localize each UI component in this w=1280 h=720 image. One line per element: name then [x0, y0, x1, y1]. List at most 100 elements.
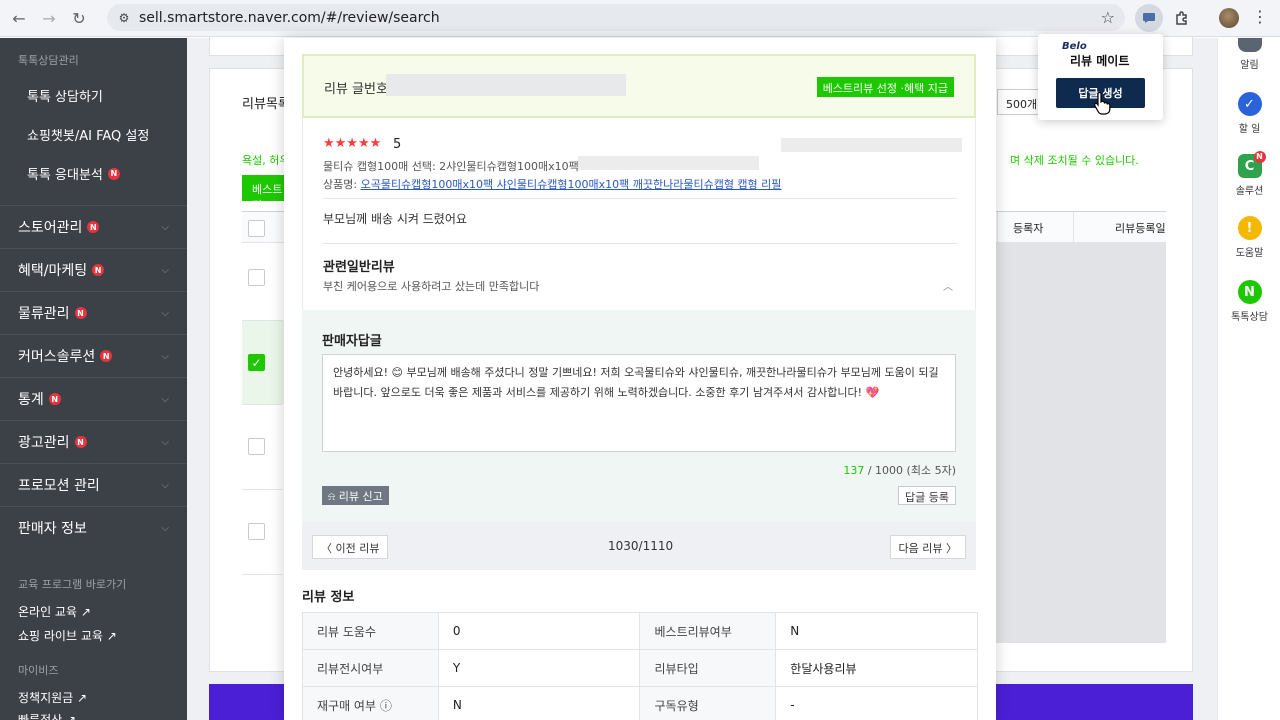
- link-online-edu[interactable]: 온라인 교육 ↗: [0, 603, 91, 620]
- profile-avatar[interactable]: [1219, 8, 1239, 28]
- sidebar-item-talk-analysis[interactable]: 톡톡 응대분석 N: [0, 154, 187, 193]
- rail-label: 알림: [1240, 60, 1259, 71]
- browser-toolbar: ← → ↻ ⚙ sell.smartstore.naver.com/#/revi…: [0, 0, 1280, 37]
- row-checkbox[interactable]: [248, 438, 265, 455]
- sidebar-item-promotion[interactable]: 프로모션 관리 ⌵: [0, 463, 187, 506]
- new-badge: N: [1253, 151, 1266, 163]
- chevron-up-icon[interactable]: ︿: [943, 278, 953, 293]
- new-badge: N: [74, 436, 87, 448]
- best-review-button[interactable]: 베스트리뷰 선정 ·혜택 지급: [816, 77, 954, 97]
- report-review-button[interactable]: ⍾ 리뷰 신고: [322, 486, 389, 505]
- product-option: 물티슈 캡형100매 선택: 2샤인물티슈캡형100매x10팩: [323, 160, 579, 173]
- char-counter: 137 / 1000 (최소 5자): [843, 462, 956, 478]
- review-info-title: 리뷰 정보: [302, 590, 355, 605]
- sidebar-section-label: 톡톡상담관리: [18, 54, 79, 67]
- rail-item-alerts[interactable]: 알림: [1218, 38, 1280, 71]
- new-badge: N: [87, 221, 100, 233]
- talktalk-icon: N: [1237, 280, 1262, 304]
- sidebar-item-label: 프로모션 관리: [18, 478, 100, 494]
- sidebar-item-chatbot[interactable]: 쇼핑챗봇/AI FAQ 설정: [0, 115, 187, 154]
- url-text[interactable]: sell.smartstore.naver.com/#/review/searc…: [139, 10, 440, 26]
- sidebar-item-label: 톡톡 상담하기: [27, 90, 103, 105]
- reply-textarea[interactable]: 안녕하세요! 😊 부모님께 배송해 주셨다니 정말 기쁘네요! 저희 오곡물티슈…: [322, 354, 956, 452]
- sidebar-item-label: 커머스솔루션: [18, 349, 96, 365]
- bookmark-star-icon[interactable]: ☆: [1101, 8, 1115, 27]
- reload-icon[interactable]: ↻: [68, 7, 90, 29]
- sidebar-item-ads[interactable]: 광고관리 N ⌵: [0, 420, 187, 463]
- warning-text-right: 며 삭제 조치될 수 있습니다.: [1010, 154, 1139, 167]
- col-registrant: 등록자: [1013, 222, 1044, 235]
- sidebar-item-label: 광고관리: [18, 435, 70, 451]
- row-checkbox[interactable]: [248, 523, 265, 540]
- mybiz-section-label: 마이비즈: [18, 664, 59, 677]
- info-value: Y: [437, 649, 641, 687]
- review-mate-extension-icon[interactable]: [1135, 4, 1163, 32]
- col-review-date: 리뷰등록일: [1115, 222, 1166, 235]
- info-label: 리뷰 도움수: [302, 612, 439, 650]
- prev-review-button[interactable]: 〈 이전 리뷰: [312, 535, 389, 559]
- right-rail: 알림 ✓ 할 일 CN 솔루션 ! 도움말 N 톡톡상담: [1217, 38, 1280, 720]
- bell-icon: [1237, 38, 1262, 52]
- forward-icon[interactable]: →: [38, 7, 60, 29]
- brand-logo: Belo: [1062, 41, 1087, 52]
- review-detail-modal: 리뷰 글번호 : 베스트리뷰 선정 ·혜택 지급 ★★★★★ 5 물티슈 캡형1…: [284, 38, 996, 720]
- info-value: N: [775, 612, 978, 650]
- site-settings-icon[interactable]: ⚙: [111, 11, 137, 25]
- hand-cursor-icon: [1094, 92, 1111, 115]
- select-all-checkbox[interactable]: [248, 220, 265, 237]
- sidebar-item-seller-info[interactable]: 판매자 정보 ⌵: [0, 506, 187, 549]
- new-badge: N: [92, 264, 105, 276]
- review-navigation: 〈 이전 리뷰 1030/1110 다음 리뷰 〉: [302, 522, 976, 570]
- reviewer-redacted: [781, 138, 962, 152]
- rail-item-todo[interactable]: ✓ 할 일: [1218, 92, 1280, 135]
- product-link[interactable]: 오곡물티슈캡형100매x10팩 샤인물티슈캡형100매x10팩 깨끗한나라물티슈…: [361, 178, 782, 191]
- link-fast-settlement[interactable]: 빠른정산 ↗: [0, 711, 76, 720]
- row-checkbox-checked[interactable]: ✓: [248, 354, 265, 371]
- extensions-puzzle-icon[interactable]: [1168, 4, 1196, 32]
- sidebar-item-commerce[interactable]: 커머스솔루션 N ⌵: [0, 334, 187, 377]
- column-divider: [997, 212, 998, 244]
- next-review-button[interactable]: 다음 리뷰 〉: [889, 535, 966, 559]
- info-label: 구독유형: [639, 686, 777, 720]
- sidebar-item-marketing[interactable]: 혜택/마케팅 N ⌵: [0, 248, 187, 291]
- rail-item-talktalk[interactable]: N 톡톡상담: [1218, 280, 1280, 323]
- review-counter: 1030/1110: [608, 539, 674, 553]
- chevron-down-icon: ⌵: [161, 393, 169, 405]
- row-divider: [242, 404, 282, 405]
- link-live-edu[interactable]: 쇼핑 라이브 교육 ↗: [0, 627, 117, 644]
- new-badge: N: [74, 307, 87, 319]
- sidebar-item-stats[interactable]: 통계 N ⌵: [0, 377, 187, 420]
- sidebar-item-store[interactable]: 스토어관리 N ⌵: [0, 205, 187, 248]
- column-divider: [1073, 212, 1074, 244]
- back-icon[interactable]: ←: [8, 7, 30, 29]
- row-checkbox[interactable]: [248, 269, 265, 286]
- new-badge: N: [107, 167, 120, 180]
- rail-item-help[interactable]: ! 도움말: [1218, 216, 1280, 259]
- option-redacted: [578, 156, 759, 170]
- sidebar: 톡톡상담관리 톡톡 상담하기 쇼핑챗봇/AI FAQ 설정 톡톡 응대분석 N 스…: [0, 38, 187, 720]
- rail-label: 솔루션: [1235, 186, 1264, 197]
- sidebar-item-label: 판매자 정보: [18, 521, 87, 537]
- sidebar-item-talk-consult[interactable]: 톡톡 상담하기: [0, 76, 187, 115]
- chevron-down-icon: ⌵: [161, 221, 169, 233]
- sidebar-item-label: 스토어관리: [18, 220, 83, 236]
- address-bar[interactable]: ⚙ sell.smartstore.naver.com/#/review/sea…: [107, 4, 1125, 31]
- info-label: 리뷰전시여부: [302, 649, 439, 687]
- link-policy-fund[interactable]: 정책지원금 ↗: [0, 689, 87, 706]
- chevron-down-icon: ⌵: [161, 307, 169, 319]
- info-row: 재구매 여부 ⓘ N 구독유형 -: [302, 686, 978, 720]
- popup-title: 리뷰 메이트: [1070, 54, 1130, 68]
- info-value: 0: [437, 612, 641, 650]
- info-value: N: [437, 686, 641, 720]
- rail-label: 도움말: [1235, 248, 1264, 259]
- info-value: 한달사용리뷰: [775, 649, 978, 687]
- sidebar-item-logistics[interactable]: 물류관리 N ⌵: [0, 291, 187, 334]
- warning-text-left: 욕설, 허우: [242, 154, 290, 167]
- browser-menu-icon[interactable]: ⋮: [1252, 7, 1268, 26]
- report-label: 리뷰 신고: [338, 490, 383, 503]
- rail-item-solution[interactable]: CN 솔루션: [1218, 151, 1280, 197]
- rail-label: 할 일: [1238, 124, 1261, 135]
- row-divider: [242, 489, 282, 490]
- submit-reply-button[interactable]: 답글 등록: [898, 486, 956, 505]
- star-rating-icon: ★★★★★: [323, 136, 382, 151]
